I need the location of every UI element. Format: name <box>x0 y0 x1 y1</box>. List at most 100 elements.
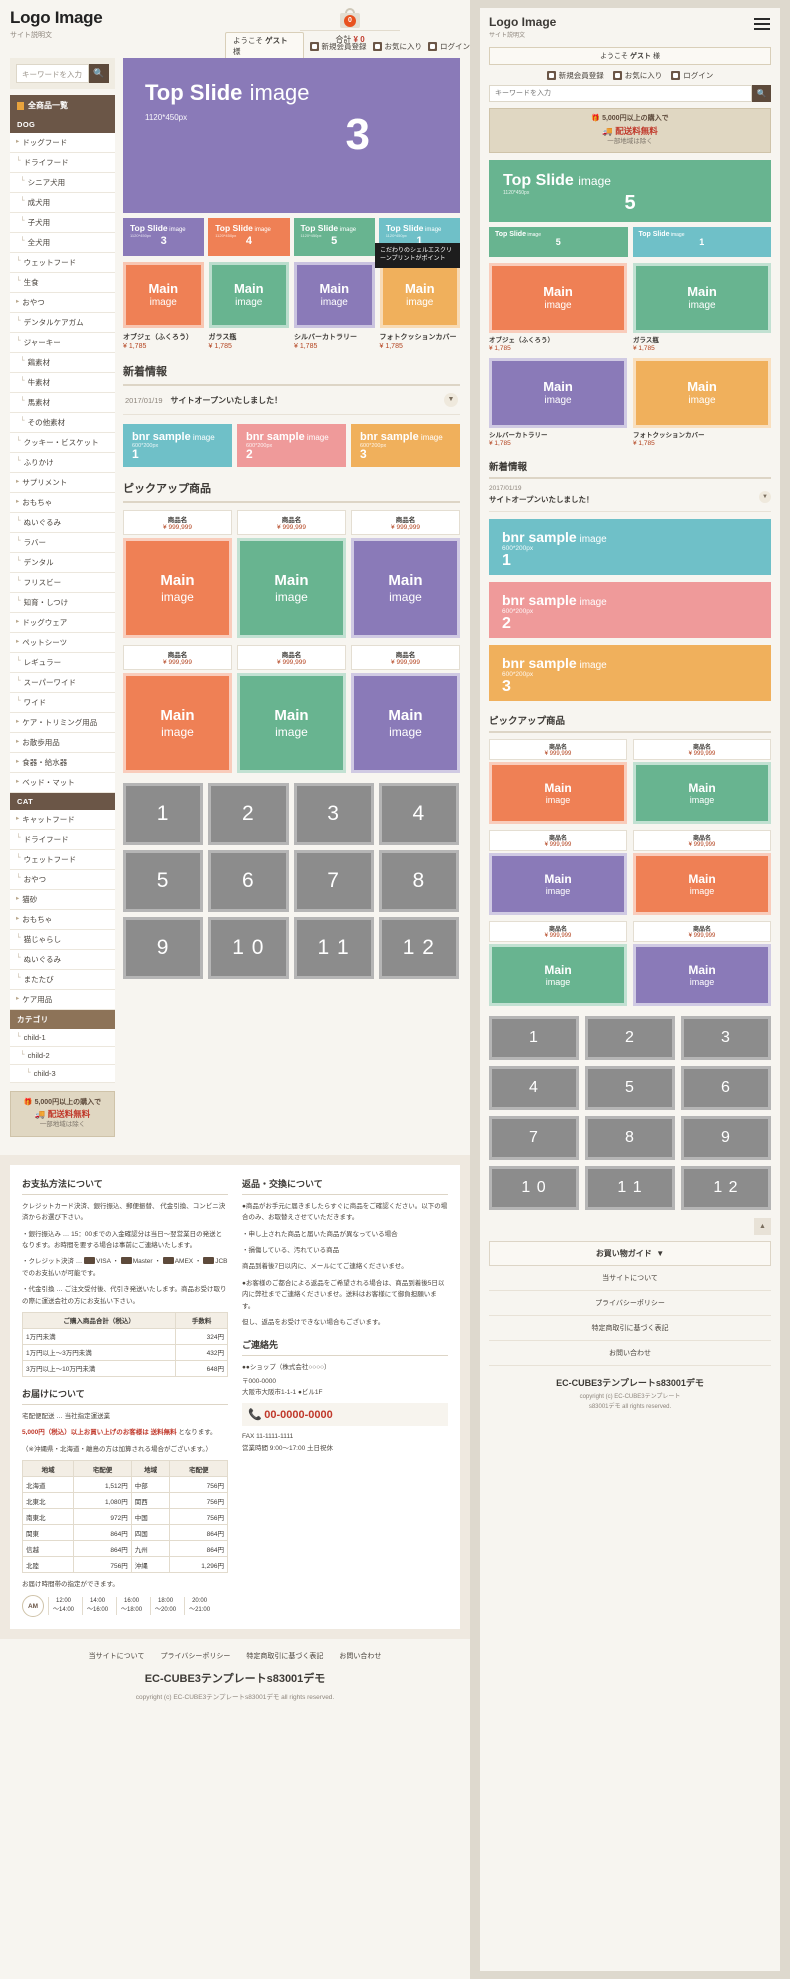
back-to-top-button[interactable]: ▲ <box>489 1218 771 1236</box>
number-cell[interactable]: 5 <box>123 850 204 912</box>
mobile-news-row[interactable]: 2017/01/19 サイトオープンいたしました！ ▼ <box>489 479 771 513</box>
mobile-pickup-card[interactable]: 商品名 ¥ 999,999 Main image <box>489 739 627 825</box>
sidebar-item-ラバー[interactable]: └ ラバー <box>10 533 115 553</box>
hero-slide[interactable]: Top Slide image 1120*450px 3 <box>123 58 460 213</box>
sidebar-item-その他素材[interactable]: └ その他素材 <box>10 413 115 433</box>
slide-thumb-1[interactable]: Top Slide image 1120*450px 3 <box>123 218 205 256</box>
sidebar-item-猫じゃらし[interactable]: └ 猫じゃらし <box>10 930 115 950</box>
product-card[interactable]: Main image オブジェ（ふくろう） ¥ 1,785 <box>123 262 204 350</box>
footer-link[interactable]: お問い合わせ <box>339 1651 381 1661</box>
footer-link[interactable]: 特定商取引に基づく表記 <box>246 1651 323 1661</box>
footer-link[interactable]: プライバシーポリシー <box>160 1651 230 1661</box>
mobile-footer-link[interactable]: 当サイトについて <box>489 1266 771 1292</box>
mobile-nav-link[interactable]: 新規会員登録 <box>546 70 604 81</box>
sidebar-item-スーパーワイド[interactable]: └ スーパーワイド <box>10 673 115 693</box>
sidebar-item-おやつ[interactable]: ▸ おやつ <box>10 293 115 313</box>
sidebar-item-ウェットフード[interactable]: └ ウェットフード <box>10 850 115 870</box>
sidebar-item-知育・しつけ[interactable]: └ 知育・しつけ <box>10 593 115 613</box>
mobile-number-cell[interactable]: 4 <box>489 1066 579 1111</box>
search-icon[interactable]: 🔍 <box>89 64 109 83</box>
sidebar-item-ジャーキー[interactable]: └ ジャーキー <box>10 333 115 353</box>
mobile-pickup-card[interactable]: 商品名 ¥ 999,999 Main image <box>489 921 627 1007</box>
nav-login[interactable]: ログイン <box>428 41 470 52</box>
sidebar-item-おやつ[interactable]: └ おやつ <box>10 870 115 890</box>
sidebar-item-ケア・トリミング用品[interactable]: ▸ ケア・トリミング用品 <box>10 713 115 733</box>
slide-thumb-2[interactable]: Top Slide image 1120*450px 4 <box>208 218 290 256</box>
mobile-banner-3[interactable]: bnr sample image 600*200px 3 <box>489 645 771 702</box>
sidebar-item-ドライフード[interactable]: └ ドライフード <box>10 830 115 850</box>
mobile-number-cell[interactable]: 5 <box>584 1066 675 1111</box>
sidebar-item-child-1[interactable]: └ child-1 <box>10 1029 115 1047</box>
sidebar-all-products[interactable]: 全商品一覧 <box>10 95 115 116</box>
sidebar-item-生食[interactable]: └ 生食 <box>10 273 115 293</box>
banner-3[interactable]: bnr sample image 600*200px 3 <box>351 424 460 467</box>
sidebar-item-サプリメント[interactable]: ▸ サプリメント <box>10 473 115 493</box>
mobile-number-cell[interactable]: 2 <box>584 1016 675 1061</box>
sidebar-item-成犬用[interactable]: └ 成犬用 <box>10 193 115 213</box>
mobile-product-card[interactable]: Main image ガラス瓶 ¥ 1,785 <box>633 263 771 352</box>
number-cell[interactable]: 1 1 <box>293 917 374 979</box>
product-card[interactable]: Main image ガラス瓶 ¥ 1,785 <box>208 262 289 350</box>
sidebar-item-またたび[interactable]: └ またたび <box>10 970 115 990</box>
sidebar-item-child-3[interactable]: └ child-3 <box>10 1065 115 1083</box>
number-cell[interactable]: 4 <box>378 783 459 845</box>
sidebar-item-レギュラー[interactable]: └ レギュラー <box>10 653 115 673</box>
number-cell[interactable]: 2 <box>208 783 289 845</box>
mobile-footer-link[interactable]: 特定商取引に基づく表記 <box>489 1316 771 1342</box>
sidebar-item-ぬいぐるみ[interactable]: └ ぬいぐるみ <box>10 950 115 970</box>
sidebar-item-ぬいぐるみ[interactable]: └ ぬいぐるみ <box>10 513 115 533</box>
mobile-footer-link[interactable]: プライバシーポリシー <box>489 1291 771 1317</box>
sidebar-item-フリスビー[interactable]: └ フリスビー <box>10 573 115 593</box>
mobile-slide-thumb-2[interactable]: Top Slide image 1 <box>632 227 771 257</box>
sidebar-item-ふりかけ[interactable]: └ ふりかけ <box>10 453 115 473</box>
sidebar-item-デンタル[interactable]: └ デンタル <box>10 553 115 573</box>
number-cell[interactable]: 1 <box>123 783 204 845</box>
sidebar-item-ドッグフード[interactable]: ▸ ドッグフード <box>10 133 115 153</box>
pickup-card[interactable]: 商品名 ¥ 999,999 Main image <box>237 645 346 773</box>
sidebar-item-ドッグウェア[interactable]: ▸ ドッグウェア <box>10 613 115 633</box>
time-slot[interactable]: 18:00 ～20:00 <box>150 1597 180 1616</box>
sidebar-item-鶏素材[interactable]: └ 鶏素材 <box>10 353 115 373</box>
mobile-number-cell[interactable]: 1 1 <box>584 1166 675 1211</box>
sidebar-item-ペットシーツ[interactable]: ▸ ペットシーツ <box>10 633 115 653</box>
time-slot[interactable]: 20:00 ～21:00 <box>184 1597 214 1616</box>
sidebar-item-おもちゃ[interactable]: ▸ おもちゃ <box>10 493 115 513</box>
sidebar-item-ベッド・マット[interactable]: ▸ ベッド・マット <box>10 773 115 793</box>
mobile-search-icon[interactable]: 🔍 <box>752 85 771 102</box>
slide-thumb-3[interactable]: Top Slide image 1120*450px 5 <box>293 218 375 256</box>
mobile-banner-2[interactable]: bnr sample image 600*200px 2 <box>489 582 771 639</box>
pickup-card[interactable]: 商品名 ¥ 999,999 Main image <box>351 510 460 638</box>
chevron-down-icon[interactable]: ▼ <box>444 393 458 407</box>
number-cell[interactable]: 3 <box>293 783 374 845</box>
mobile-number-cell[interactable]: 7 <box>489 1116 579 1161</box>
sidebar-item-クッキー・ビスケット[interactable]: └ クッキー・ビスケット <box>10 433 115 453</box>
sidebar-item-食器・給水器[interactable]: ▸ 食器・給水器 <box>10 753 115 773</box>
mobile-footer-link[interactable]: お問い合わせ <box>489 1341 771 1367</box>
nav-register[interactable]: 新規会員登録 <box>309 41 367 52</box>
pickup-card[interactable]: 商品名 ¥ 999,999 Main image <box>351 645 460 773</box>
pickup-card[interactable]: 商品名 ¥ 999,999 Main image <box>123 645 232 773</box>
sidebar-item-おもちゃ[interactable]: ▸ おもちゃ <box>10 910 115 930</box>
sidebar-item-子犬用[interactable]: └ 子犬用 <box>10 213 115 233</box>
sidebar-item-ウェットフード[interactable]: └ ウェットフード <box>10 253 115 273</box>
number-cell[interactable]: 8 <box>378 850 459 912</box>
mobile-number-cell[interactable]: 1 2 <box>680 1166 771 1211</box>
news-row[interactable]: 2017/01/19 サイトオープンいたしました！ ▼ <box>123 386 460 415</box>
mobile-number-cell[interactable]: 9 <box>680 1116 771 1161</box>
mobile-logo[interactable]: Logo Image <box>489 15 771 29</box>
mobile-pickup-card[interactable]: 商品名 ¥ 999,999 Main image <box>489 830 627 916</box>
mobile-product-card[interactable]: Main image フォトクッションカバー ¥ 1,785 <box>633 358 771 447</box>
search-input[interactable]: キーワードを入力 <box>16 64 89 83</box>
time-slot[interactable]: 16:00 ～18:00 <box>116 1597 146 1616</box>
contact-tel[interactable]: 00-0000-0000 <box>264 1409 333 1421</box>
mobile-nav-link[interactable]: ログイン <box>671 70 713 81</box>
mobile-slide-thumb-1[interactable]: Top Slide image 5 <box>489 227 628 257</box>
cart-bag-icon[interactable]: 0 <box>339 8 361 28</box>
sidebar-item-猫砂[interactable]: ▸ 猫砂 <box>10 890 115 910</box>
sidebar-item-ケア用品[interactable]: ▸ ケア用品 <box>10 990 115 1010</box>
mobile-number-cell[interactable]: 6 <box>680 1066 771 1111</box>
mobile-number-cell[interactable]: 3 <box>680 1016 771 1061</box>
pickup-card[interactable]: 商品名 ¥ 999,999 Main image <box>123 510 232 638</box>
time-slot[interactable]: 12:00 ～14:00 <box>48 1597 78 1616</box>
hamburger-menu-icon[interactable] <box>754 18 770 33</box>
